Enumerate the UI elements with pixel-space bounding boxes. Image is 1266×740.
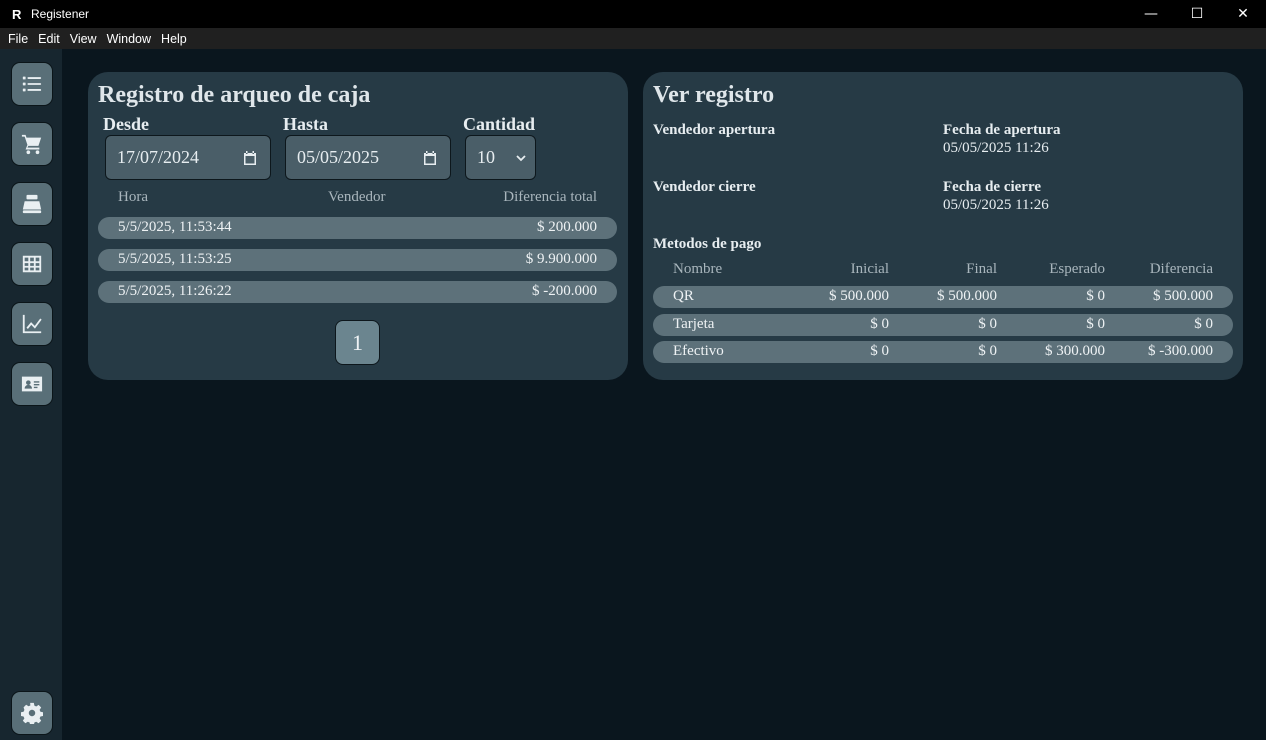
sidebar-item-cart[interactable] [11, 122, 53, 166]
payment-nombre: Efectivo [673, 343, 724, 359]
hasta-date-input[interactable]: 05/05/2025 [285, 135, 451, 180]
cantidad-select[interactable]: 10 [465, 135, 536, 180]
payment-esperado: $ 0 [1086, 316, 1105, 332]
column-header-esperado: Esperado [1049, 261, 1105, 277]
row-diferencia: $ -200.000 [532, 283, 597, 299]
payment-final: $ 0 [978, 316, 997, 332]
column-header-nombre: Nombre [673, 261, 723, 277]
menu-bar: File Edit View Window Help [0, 28, 1266, 49]
payment-inicial: $ 0 [870, 343, 889, 359]
id-card-icon [21, 376, 43, 392]
payment-inicial: $ 0 [870, 316, 889, 332]
grid-icon [22, 255, 42, 273]
hasta-value: 05/05/2025 [297, 147, 380, 167]
vendedor-cierre-label: Vendedor cierre [653, 179, 756, 195]
payment-nombre: Tarjeta [673, 316, 715, 332]
desde-value: 17/07/2024 [117, 147, 200, 167]
column-header-diferencia: Diferencia total [503, 189, 597, 205]
payment-diferencia: $ -300.000 [1148, 343, 1213, 359]
sidebar-item-contacts[interactable] [11, 362, 53, 406]
column-header-hora: Hora [118, 189, 148, 205]
window-controls: — ☐ ✕ [1128, 0, 1266, 28]
payment-row[interactable]: Efectivo $ 0 $ 0 $ 300.000 $ -300.000 [653, 341, 1233, 363]
fecha-apertura-value: 05/05/2025 11:26 [943, 140, 1049, 156]
hasta-label: Hasta [283, 114, 328, 134]
sidebar-item-register[interactable] [11, 182, 53, 226]
row-diferencia: $ 200.000 [537, 219, 597, 235]
column-header-final: Final [966, 261, 997, 277]
desde-label: Desde [103, 114, 149, 134]
chart-line-icon [22, 314, 42, 334]
gear-icon [21, 702, 43, 724]
view-record-panel: Ver registro Vendedor apertura Fecha de … [643, 72, 1243, 380]
column-header-diferencia: Diferencia [1149, 261, 1213, 277]
column-header-inicial: Inicial [850, 261, 889, 277]
payment-esperado: $ 300.000 [1045, 343, 1105, 359]
cantidad-label: Cantidad [463, 114, 536, 134]
table-row[interactable]: 5/5/2025, 11:26:22 $ -200.000 [98, 281, 617, 303]
window-title: Registener [31, 7, 90, 21]
row-hora: 5/5/2025, 11:26:22 [118, 283, 232, 299]
payment-diferencia: $ 500.000 [1153, 288, 1213, 304]
menu-window[interactable]: Window [102, 32, 156, 46]
cart-icon [21, 134, 42, 155]
calendar-icon[interactable] [422, 150, 438, 166]
sidebar-item-grid[interactable] [11, 242, 53, 286]
page-button[interactable]: 1 [335, 320, 380, 365]
table-row[interactable]: 5/5/2025, 11:53:25 $ 9.900.000 [98, 249, 617, 271]
fecha-apertura-label: Fecha de apertura [943, 122, 1061, 138]
list-icon [22, 76, 42, 92]
close-button[interactable]: ✕ [1220, 0, 1266, 28]
column-header-vendedor: Vendedor [328, 189, 386, 205]
metodos-pago-label: Metodos de pago [653, 236, 762, 252]
payment-row[interactable]: Tarjeta $ 0 $ 0 $ 0 $ 0 [653, 314, 1233, 336]
payment-inicial: $ 500.000 [829, 288, 889, 304]
sidebar-item-list[interactable] [11, 62, 53, 106]
table-row[interactable]: 5/5/2025, 11:53:44 $ 200.000 [98, 217, 617, 239]
title-bar: R Registener — ☐ ✕ [0, 0, 1266, 28]
vendedor-apertura-label: Vendedor apertura [653, 122, 776, 138]
menu-edit[interactable]: Edit [33, 32, 65, 46]
fecha-cierre-label: Fecha de cierre [943, 179, 1042, 195]
calendar-icon[interactable] [242, 150, 258, 166]
payment-nombre: QR [673, 288, 694, 304]
page-title: Registro de arqueo de caja [98, 82, 371, 108]
app-logo: R [12, 6, 22, 22]
payment-final: $ 500.000 [937, 288, 997, 304]
cash-count-log-panel: Registro de arqueo de caja Desde 17/07/2… [88, 72, 628, 380]
fecha-cierre-value: 05/05/2025 11:26 [943, 197, 1049, 213]
payment-row[interactable]: QR $ 500.000 $ 500.000 $ 0 $ 500.000 [653, 286, 1233, 308]
menu-help[interactable]: Help [156, 32, 192, 46]
chevron-down-icon [516, 154, 526, 161]
record-title: Ver registro [653, 82, 775, 108]
settings-button[interactable] [11, 691, 53, 735]
cantidad-value: 10 [477, 147, 495, 167]
menu-file[interactable]: File [3, 32, 33, 46]
sidebar [0, 49, 62, 740]
row-hora: 5/5/2025, 11:53:25 [118, 251, 232, 267]
row-diferencia: $ 9.900.000 [525, 251, 597, 267]
payment-final: $ 0 [978, 343, 997, 359]
row-hora: 5/5/2025, 11:53:44 [118, 219, 232, 235]
sidebar-item-chart[interactable] [11, 302, 53, 346]
menu-view[interactable]: View [65, 32, 102, 46]
cash-register-icon [22, 194, 42, 214]
minimize-button[interactable]: — [1128, 0, 1174, 28]
payment-esperado: $ 0 [1086, 288, 1105, 304]
desde-date-input[interactable]: 17/07/2024 [105, 135, 271, 180]
maximize-button[interactable]: ☐ [1174, 0, 1220, 28]
payment-diferencia: $ 0 [1194, 316, 1213, 332]
